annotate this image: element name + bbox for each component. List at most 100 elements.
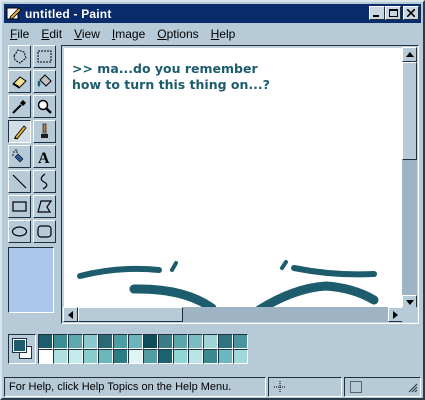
- brush-icon: [41, 123, 48, 138]
- left-eyebrow-tip: [170, 261, 178, 272]
- palette-swatch[interactable]: [143, 349, 158, 364]
- rectangle-tool[interactable]: [8, 195, 31, 218]
- magnifier-tool[interactable]: [33, 95, 56, 118]
- vertical-scroll-thumb[interactable]: [402, 62, 417, 160]
- menu-bar: File Edit View Image Options Help: [4, 25, 241, 43]
- scroll-up-button[interactable]: [402, 47, 417, 62]
- minimize-button[interactable]: [369, 6, 385, 20]
- palette-swatch[interactable]: [218, 334, 233, 349]
- pencil-tool[interactable]: [8, 120, 31, 143]
- palette-swatch[interactable]: [188, 334, 203, 349]
- rounded-rectangle-tool[interactable]: [33, 220, 56, 243]
- menu-options[interactable]: Options: [151, 27, 204, 41]
- color-picker-tool[interactable]: [8, 95, 31, 118]
- palette-swatch[interactable]: [53, 349, 68, 364]
- airbrush-icon: [12, 149, 24, 163]
- close-button[interactable]: [403, 6, 419, 20]
- palette-swatch[interactable]: [68, 334, 83, 349]
- vertical-scrollbar[interactable]: [402, 47, 417, 310]
- arrow-right-icon: [393, 310, 398, 319]
- right-eyebrow: [280, 260, 288, 270]
- palette-swatch[interactable]: [173, 334, 188, 349]
- palette-swatch[interactable]: [158, 334, 173, 349]
- palette-swatch[interactable]: [113, 349, 128, 364]
- menu-edit[interactable]: Edit: [35, 27, 68, 41]
- palette-swatch[interactable]: [233, 334, 248, 349]
- free-form-select-icon: [13, 49, 27, 64]
- menu-file[interactable]: File: [4, 27, 35, 41]
- right-eyebrow-line: [291, 265, 377, 278]
- ellipse-tool[interactable]: [8, 220, 31, 243]
- palette-swatch[interactable]: [53, 334, 68, 349]
- ellipse-icon: [11, 226, 28, 237]
- text-icon: A: [38, 150, 50, 165]
- menu-help[interactable]: Help: [205, 27, 242, 41]
- palette-swatch[interactable]: [83, 334, 98, 349]
- color-picker-icon: [12, 100, 26, 114]
- scroll-right-button[interactable]: [388, 307, 403, 322]
- palette-swatch[interactable]: [233, 349, 248, 364]
- text-tool[interactable]: A: [33, 145, 56, 168]
- scroll-corner: [402, 307, 417, 322]
- palette-swatch[interactable]: [203, 334, 218, 349]
- palette-swatch[interactable]: [98, 334, 113, 349]
- fill-bucket-tool[interactable]: [33, 70, 56, 93]
- palette-swatch[interactable]: [38, 334, 53, 349]
- toolbox: A: [8, 45, 60, 245]
- close-icon: [407, 9, 415, 17]
- arrow-left-icon: [68, 310, 73, 319]
- drawing-canvas[interactable]: >> ma...do you remember how to turn this…: [64, 48, 402, 309]
- select-tool[interactable]: [33, 45, 56, 68]
- palette-swatch[interactable]: [68, 349, 83, 364]
- palette-swatch[interactable]: [143, 334, 158, 349]
- canvas-area: >> ma...do you remember how to turn this…: [61, 45, 419, 324]
- palette-swatch[interactable]: [203, 349, 218, 364]
- arrow-up-icon: [405, 52, 414, 57]
- eraser-tool[interactable]: [8, 70, 31, 93]
- airbrush-tool[interactable]: [8, 145, 31, 168]
- line-tool[interactable]: [8, 170, 31, 193]
- color-palette: [38, 334, 248, 364]
- title-bar[interactable]: untitled - Paint: [4, 4, 421, 23]
- brush-tool[interactable]: [33, 120, 56, 143]
- palette-swatch[interactable]: [128, 349, 143, 364]
- menu-view[interactable]: View: [68, 27, 106, 41]
- svg-text:A: A: [38, 150, 50, 165]
- horizontal-scroll-thumb[interactable]: [78, 307, 183, 322]
- scroll-left-button[interactable]: [63, 307, 78, 322]
- polygon-icon: [37, 200, 53, 213]
- status-bar: For Help, click Help Topics on the Help …: [4, 377, 421, 397]
- current-colors[interactable]: [8, 334, 36, 364]
- palette-swatch[interactable]: [38, 349, 53, 364]
- select-icon: [37, 50, 52, 63]
- curve-tool[interactable]: [33, 170, 56, 193]
- selection-size-icon: [350, 381, 362, 393]
- minimize-icon: [373, 15, 379, 17]
- palette-swatch[interactable]: [113, 334, 128, 349]
- paint-app-icon: [6, 6, 22, 20]
- horizontal-scrollbar[interactable]: [63, 307, 403, 322]
- resize-grip-icon[interactable]: [406, 381, 418, 393]
- tool-options-box[interactable]: [8, 247, 54, 313]
- free-form-select-tool[interactable]: [8, 45, 31, 68]
- palette-swatch[interactable]: [218, 349, 233, 364]
- sleepy-eyes-drawing: [77, 260, 379, 309]
- cursor-position-icon: [274, 381, 286, 393]
- palette-swatch[interactable]: [173, 349, 188, 364]
- rounded-rectangle-icon: [37, 225, 52, 238]
- maximize-button[interactable]: [385, 6, 401, 20]
- palette-swatch[interactable]: [128, 334, 143, 349]
- palette-swatch[interactable]: [158, 349, 173, 364]
- palette-swatch[interactable]: [98, 349, 113, 364]
- menu-image[interactable]: Image: [106, 27, 151, 41]
- line-icon: [12, 174, 27, 189]
- palette-swatch[interactable]: [83, 349, 98, 364]
- polygon-tool[interactable]: [33, 195, 56, 218]
- pencil-icon: [14, 125, 27, 140]
- magnifier-icon: [37, 99, 52, 114]
- color-box: [8, 334, 260, 364]
- status-cursor-position: [268, 377, 342, 397]
- eraser-icon: [12, 76, 27, 89]
- palette-swatch[interactable]: [188, 349, 203, 364]
- fill-bucket-icon: [37, 74, 52, 87]
